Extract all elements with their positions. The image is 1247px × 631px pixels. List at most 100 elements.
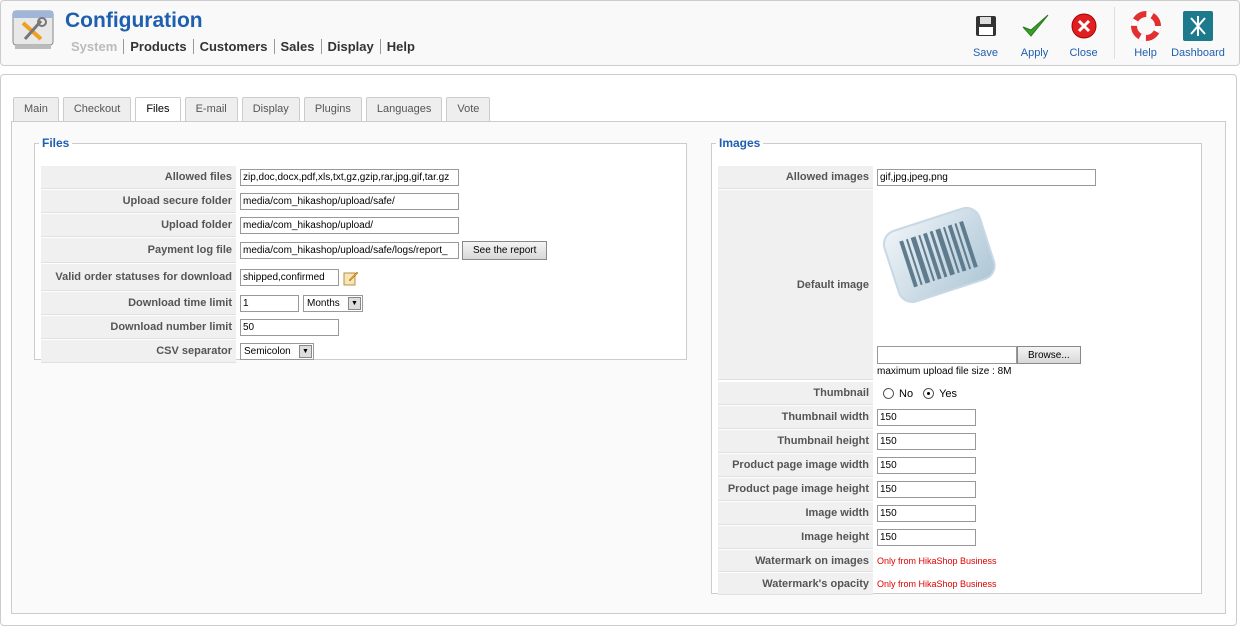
thumbnail-row: Thumbnail No Yes	[718, 382, 957, 405]
tab-email[interactable]: E-mail	[184, 97, 238, 121]
upload-secure-label: Upload secure folder	[41, 190, 236, 213]
thumb-height-row: Thumbnail height	[718, 430, 976, 453]
help-button[interactable]: Help	[1121, 7, 1170, 59]
max-upload-note: maximum upload file size : 8M	[877, 366, 1012, 377]
tab-display[interactable]: Display	[241, 97, 300, 121]
watermark-opacity-label: Watermark's opacity	[718, 573, 873, 595]
thumb-width-label: Thumbnail width	[718, 406, 873, 429]
close-button[interactable]: Close	[1059, 7, 1108, 59]
menu-sales[interactable]: Sales	[273, 39, 321, 54]
upload-secure-input[interactable]	[240, 193, 459, 210]
default-image-row: Default image Browse... maximum upload f…	[718, 190, 1173, 380]
thumb-height-input[interactable]	[877, 433, 976, 450]
allowed-files-input[interactable]	[240, 169, 459, 186]
menu-display[interactable]: Display	[320, 39, 380, 54]
menu-system[interactable]: System	[71, 39, 123, 54]
payment-log-label: Payment log file	[41, 238, 236, 263]
image-file-input[interactable]	[877, 346, 1017, 364]
thumbnail-yes-option[interactable]: Yes	[923, 388, 957, 400]
toolbar-divider	[1114, 7, 1115, 59]
toolbar: Save Apply Close Help Dashboard	[961, 7, 1226, 59]
img-height-input[interactable]	[877, 529, 976, 546]
pp-width-row: Product page image width	[718, 454, 976, 477]
download-time-unit-select[interactable]: Months ▼	[303, 295, 363, 312]
img-width-input[interactable]	[877, 505, 976, 522]
configuration-icon	[12, 10, 54, 49]
tab-content: Files Allowed files Upload secure folder…	[11, 121, 1226, 614]
csv-separator-select[interactable]: Semicolon ▼	[240, 343, 314, 360]
thumb-width-input[interactable]	[877, 409, 976, 426]
download-time-row: Download time limit Months ▼	[41, 292, 363, 315]
watermark-opacity-business-note: Only from HikaShop Business	[877, 579, 997, 589]
allowed-images-input[interactable]	[877, 169, 1096, 186]
default-image-label: Default image	[718, 190, 873, 380]
tab-plugins[interactable]: Plugins	[303, 97, 362, 121]
upload-folder-label: Upload folder	[41, 214, 236, 237]
chevron-down-icon: ▼	[299, 345, 312, 358]
files-fieldset: Files Allowed files Upload secure folder…	[34, 136, 687, 363]
images-fieldset: Images Allowed images Default image	[711, 136, 1202, 595]
upload-secure-row: Upload secure folder	[41, 190, 459, 213]
header: Configuration System Products Customers …	[0, 0, 1240, 66]
download-time-input[interactable]	[240, 295, 299, 312]
payment-log-row: Payment log file See the report	[41, 238, 548, 263]
lifebuoy-icon	[1130, 11, 1161, 41]
download-time-label: Download time limit	[41, 292, 236, 315]
thumbnail-label: Thumbnail	[718, 382, 873, 405]
allowed-files-row: Allowed files	[41, 166, 459, 189]
menu-help[interactable]: Help	[379, 39, 421, 54]
files-legend: Files	[42, 136, 70, 150]
valid-statuses-row: Valid order statuses for download	[41, 264, 359, 291]
thumb-height-label: Thumbnail height	[718, 430, 873, 453]
img-height-label: Image height	[718, 526, 873, 549]
watermark-row: Watermark on images Only from HikaShop B…	[718, 550, 997, 572]
pp-height-input[interactable]	[877, 481, 976, 498]
dashboard-logo-icon	[1183, 11, 1213, 41]
save-button[interactable]: Save	[961, 7, 1010, 59]
download-number-input[interactable]	[240, 319, 339, 336]
tab-languages[interactable]: Languages	[365, 97, 443, 121]
upload-folder-row: Upload folder	[41, 214, 459, 237]
thumb-width-row: Thumbnail width	[718, 406, 976, 429]
checkmark-icon	[1022, 14, 1048, 37]
apply-button[interactable]: Apply	[1010, 7, 1059, 59]
see-report-button[interactable]: See the report	[462, 241, 548, 260]
allowed-images-label: Allowed images	[718, 166, 873, 189]
thumbnail-no-option[interactable]: No	[883, 388, 913, 400]
valid-statuses-input[interactable]	[240, 269, 339, 286]
edit-icon[interactable]	[343, 270, 359, 286]
csv-label: CSV separator	[41, 340, 236, 363]
download-number-label: Download number limit	[41, 316, 236, 339]
img-height-row: Image height	[718, 526, 976, 549]
tab-bar: Main Checkout Files E-mail Display Plugi…	[13, 97, 494, 122]
watermark-opacity-row: Watermark's opacity Only from HikaShop B…	[718, 573, 997, 595]
page-title: Configuration	[65, 9, 203, 32]
upload-folder-input[interactable]	[240, 217, 459, 234]
payment-log-input[interactable]	[240, 242, 459, 259]
pp-height-label: Product page image height	[718, 478, 873, 501]
allowed-images-row: Allowed images	[718, 166, 1096, 189]
pp-width-input[interactable]	[877, 457, 976, 474]
dashboard-button[interactable]: Dashboard	[1170, 7, 1226, 59]
main-panel: Main Checkout Files E-mail Display Plugi…	[0, 74, 1237, 626]
radio-no[interactable]	[883, 388, 894, 400]
img-width-row: Image width	[718, 502, 976, 525]
watermark-label: Watermark on images	[718, 550, 873, 572]
tab-main[interactable]: Main	[13, 97, 59, 121]
submenu: System Products Customers Sales Display …	[71, 39, 421, 54]
chevron-down-icon: ▼	[348, 297, 361, 310]
csv-row: CSV separator Semicolon ▼	[41, 340, 314, 363]
radio-yes[interactable]	[923, 388, 935, 400]
watermark-business-note: Only from HikaShop Business	[877, 556, 997, 566]
tab-checkout[interactable]: Checkout	[62, 97, 132, 121]
img-width-label: Image width	[718, 502, 873, 525]
download-number-row: Download number limit	[41, 316, 339, 339]
valid-statuses-label: Valid order statuses for download	[41, 264, 236, 291]
browse-button[interactable]: Browse...	[1017, 346, 1081, 364]
tab-vote[interactable]: Vote	[446, 97, 491, 121]
tab-files[interactable]: Files	[135, 97, 181, 122]
menu-products[interactable]: Products	[123, 39, 192, 54]
default-image-cell: Browse... maximum upload file size : 8M	[873, 190, 1173, 380]
barcode-placeholder-image	[882, 206, 996, 303]
menu-customers[interactable]: Customers	[192, 39, 274, 54]
